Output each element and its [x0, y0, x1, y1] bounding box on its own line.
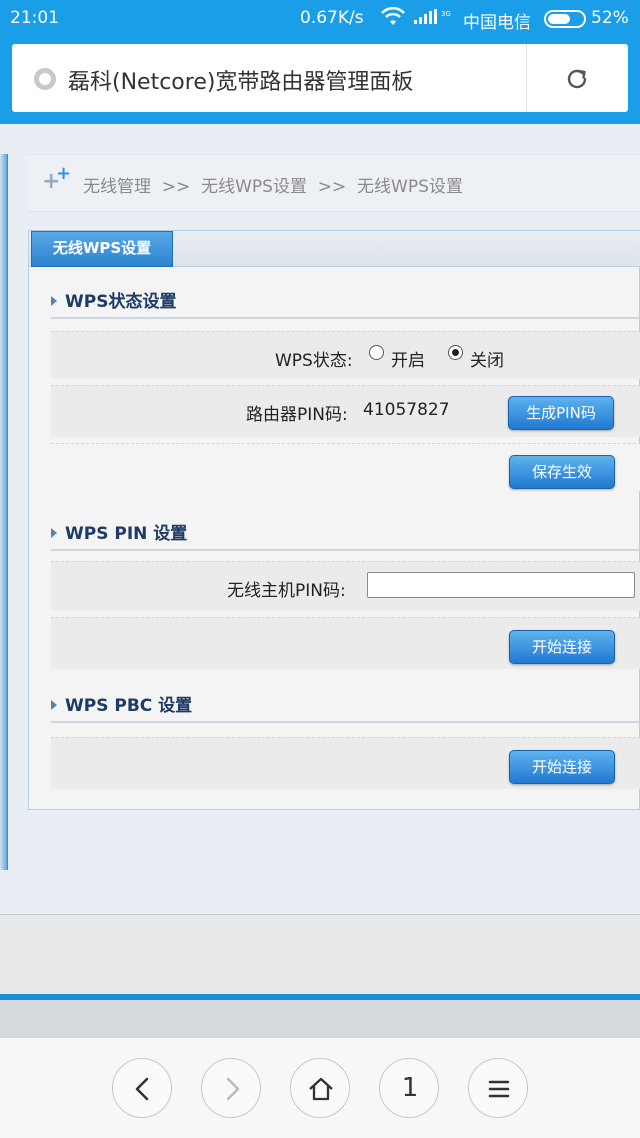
- menu-button[interactable]: [468, 1058, 528, 1118]
- host-pin-row: 无线主机PIN码:: [51, 561, 640, 611]
- section-title-wps-pin: WPS PIN 设置: [51, 519, 187, 544]
- section-title-text: WPS PIN 设置: [65, 524, 188, 544]
- wps-status-row: WPS状态: 开启 关闭: [51, 331, 640, 379]
- back-button[interactable]: [112, 1058, 172, 1118]
- network-speed: 0.67K/s: [300, 8, 364, 28]
- chevron-left-icon: [135, 1077, 149, 1101]
- radio-wps-on-label[interactable]: 开启: [391, 346, 425, 371]
- host-pin-label: 无线主机PIN码:: [227, 581, 346, 601]
- carrier-name: 中国电信: [463, 13, 531, 33]
- pbc-start-connect-button[interactable]: 开始连接: [509, 750, 615, 784]
- status-time: 21:01: [10, 8, 59, 28]
- battery-icon: [544, 10, 586, 28]
- panel-tabbar: 无线WPS设置: [29, 231, 640, 267]
- page-title[interactable]: 磊科(Netcore)宽带路由器管理面板: [68, 64, 413, 96]
- chevron-right-icon: [226, 1077, 240, 1101]
- pin-connect-row: 开始连接: [51, 617, 640, 669]
- triangle-right-icon: [51, 700, 57, 710]
- network-type-label: 3G: [441, 10, 451, 18]
- save-row: 保存生效: [51, 443, 640, 491]
- pin-start-connect-button[interactable]: 开始连接: [509, 630, 615, 664]
- footer-strip: [0, 1000, 640, 1038]
- tabs-button[interactable]: 1: [379, 1058, 439, 1118]
- breadcrumb-text: 无线管理 >> 无线WPS设置 >> 无线WPS设置: [83, 177, 463, 197]
- save-apply-button[interactable]: 保存生效: [509, 455, 615, 489]
- host-pin-input[interactable]: [367, 572, 635, 598]
- tab-wireless-wps[interactable]: 无线WPS设置: [31, 231, 173, 267]
- battery-percent: 52%: [591, 8, 629, 28]
- radio-wps-off-label[interactable]: 关闭: [470, 346, 504, 371]
- radio-wps-off[interactable]: [448, 345, 463, 360]
- wps-status-label: WPS状态:: [275, 351, 353, 371]
- site-favicon-icon: [34, 68, 56, 90]
- router-admin-page: + + 无线管理 >> 无线WPS设置 >> 无线WPS设置 无线WPS设置 W…: [0, 124, 640, 914]
- triangle-right-icon: [51, 528, 57, 538]
- breadcrumb: + + 无线管理 >> 无线WPS设置 >> 无线WPS设置: [28, 154, 640, 212]
- wps-settings-panel: 无线WPS设置 WPS状态设置 WPS状态: 开启 关闭 路由器PIN码: 41…: [28, 230, 640, 810]
- browser-toolbar: 磊科(Netcore)宽带路由器管理面板: [0, 36, 640, 124]
- pbc-connect-row: 开始连接: [51, 737, 640, 789]
- reload-icon[interactable]: [562, 64, 592, 94]
- router-pin-label: 路由器PIN码:: [246, 405, 348, 425]
- section-title-text: WPS状态设置: [65, 292, 177, 312]
- section-divider: [51, 721, 640, 723]
- home-button[interactable]: [290, 1058, 350, 1118]
- menu-icon: [488, 1080, 510, 1098]
- router-pin-row: 路由器PIN码: 41057827 生成PIN码: [51, 385, 640, 437]
- wifi-icon: [381, 7, 405, 25]
- radio-wps-on[interactable]: [369, 345, 384, 360]
- router-pin-value: 41057827: [363, 400, 450, 420]
- forward-button[interactable]: [201, 1058, 261, 1118]
- status-bar: 21:01 0.67K/s 3G 中国电信 52%: [0, 0, 640, 36]
- section-title-wps-pbc: WPS PBC 设置: [51, 691, 192, 716]
- plus-accent-icon: +: [56, 163, 72, 184]
- section-title-wps-status: WPS状态设置: [51, 287, 176, 312]
- address-bar[interactable]: 磊科(Netcore)宽带路由器管理面板: [12, 44, 628, 112]
- section-divider: [51, 317, 640, 319]
- left-sidebar-edge: [0, 154, 8, 870]
- generate-pin-button[interactable]: 生成PIN码: [508, 396, 614, 430]
- section-divider: [51, 549, 640, 551]
- signal-icon: 3G: [414, 9, 451, 24]
- home-icon: [309, 1077, 333, 1101]
- tabs-count: 1: [401, 1073, 419, 1103]
- divider: [526, 44, 527, 112]
- page-footer-area: [0, 914, 640, 996]
- triangle-right-icon: [51, 296, 57, 306]
- browser-bottom-nav: 1: [0, 1038, 640, 1138]
- section-title-text: WPS PBC 设置: [65, 696, 193, 716]
